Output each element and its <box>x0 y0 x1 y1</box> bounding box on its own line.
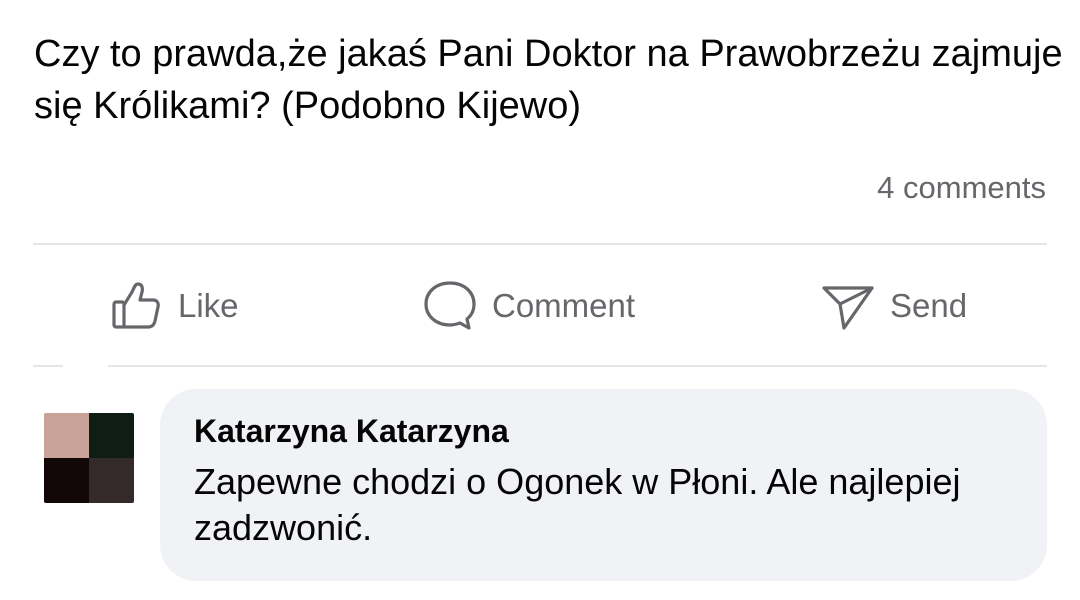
send-icon <box>820 278 876 334</box>
like-label: Like <box>178 287 239 324</box>
divider <box>33 365 63 367</box>
like-button[interactable]: Like <box>108 270 239 342</box>
comment-bubble[interactable]: Katarzyna Katarzyna Zapewne chodzi o Ogo… <box>160 389 1047 581</box>
divider <box>108 365 1047 367</box>
action-bar: Like Comment Send <box>0 270 1080 342</box>
comments-count-link[interactable]: 4 comments <box>877 170 1046 206</box>
comment-button[interactable]: Comment <box>422 270 635 342</box>
send-label: Send <box>890 287 968 324</box>
divider <box>33 243 1047 245</box>
avatar-pixel <box>89 458 134 503</box>
send-button[interactable]: Send <box>820 270 967 342</box>
avatar-pixel <box>89 413 134 458</box>
post-text: Czy to prawda,że jakaś Pani Doktor na Pr… <box>34 33 1063 127</box>
speech-bubble-icon <box>422 278 478 334</box>
post-view: Czy to prawda,że jakaś Pani Doktor na Pr… <box>0 0 1080 600</box>
avatar-pixel <box>44 413 89 458</box>
comment-label: Comment <box>492 287 636 324</box>
thumbs-up-icon <box>108 278 164 334</box>
avatar-pixel <box>44 458 89 503</box>
avatar[interactable] <box>44 413 134 503</box>
comment-author[interactable]: Katarzyna Katarzyna <box>194 409 1013 453</box>
comment-text: Zapewne chodzi o Ogonek w Płoni. Ale naj… <box>194 461 961 548</box>
